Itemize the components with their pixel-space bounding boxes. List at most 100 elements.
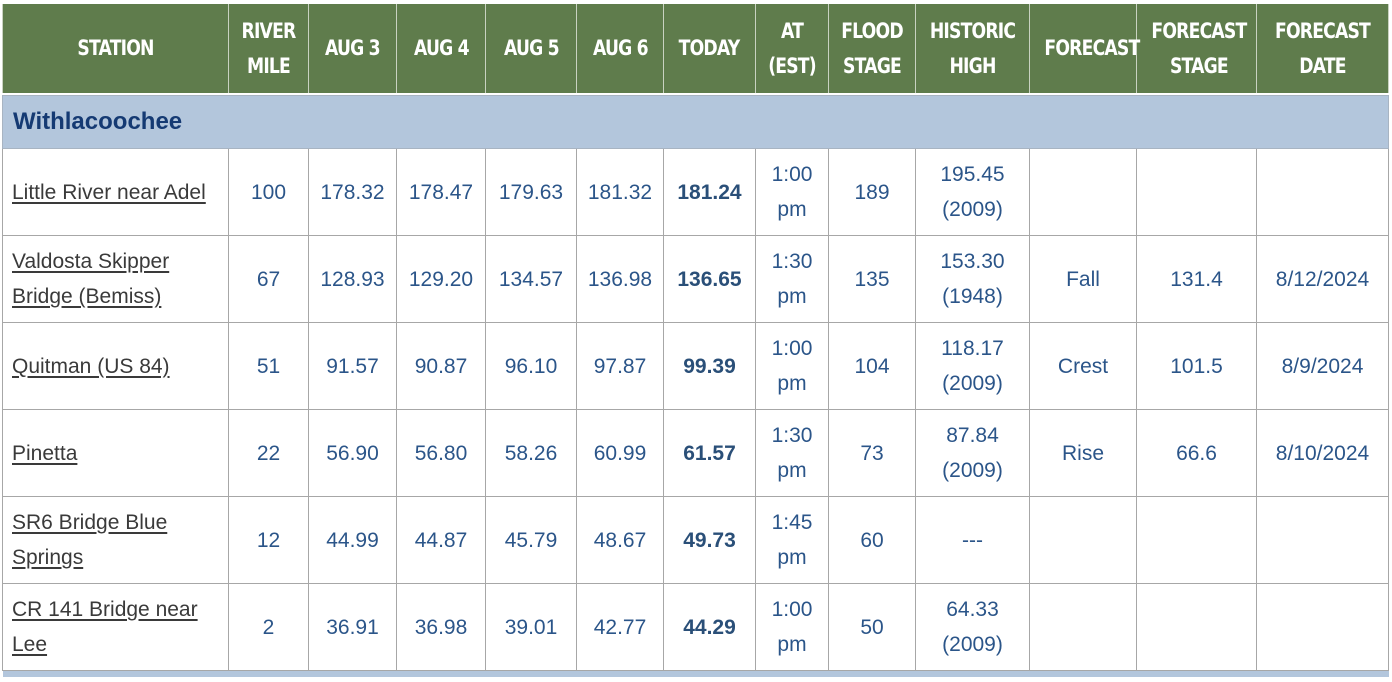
aug5-cell: 134.57 (485, 235, 577, 323)
today-cell: 99.39 (663, 322, 756, 410)
aug3-cell: 44.99 (308, 496, 397, 584)
forecast-date-cell: 8/10/2024 (1256, 409, 1389, 497)
station-cell: Valdosta Skipper Bridge (Bemiss) (2, 235, 229, 323)
aug5-cell: 179.63 (485, 148, 577, 236)
today-cell: 136.65 (663, 235, 756, 323)
river-stage-table: STATION RIVER MILE AUG 3 AUG 4 AUG 5 AUG… (2, 4, 1389, 677)
table-body: Withlacoochee Little River near Adel 100 1… (2, 93, 1389, 677)
forecast-stage-cell (1136, 583, 1257, 671)
today-cell: 49.73 (663, 496, 756, 584)
aug6-cell: 136.98 (576, 235, 664, 323)
river-mile-cell: 2 (228, 583, 309, 671)
aug6-cell: 181.32 (576, 148, 664, 236)
next-section-cell (2, 670, 1389, 677)
forecast-date-cell: 8/12/2024 (1256, 235, 1389, 323)
station-link[interactable]: Quitman (US 84) (12, 355, 170, 378)
aug4-cell: 178.47 (396, 148, 486, 236)
today-cell: 44.29 (663, 583, 756, 671)
historic-high-cell: 195.45 (2009) (915, 148, 1030, 236)
aug3-cell: 91.57 (308, 322, 397, 410)
col-header-river-mile: RIVER MILE (228, 4, 309, 93)
aug6-cell: 60.99 (576, 409, 664, 497)
section-row: Withlacoochee (2, 95, 1389, 149)
forecast-stage-cell (1136, 148, 1257, 236)
col-header-aug5: AUG 5 (485, 4, 577, 93)
flood-stage-cell: 104 (828, 322, 916, 410)
header-row: STATION RIVER MILE AUG 3 AUG 4 AUG 5 AUG… (2, 4, 1389, 93)
aug5-cell: 45.79 (485, 496, 577, 584)
col-header-today: TODAY (663, 4, 756, 93)
historic-high-cell: 153.30 (1948) (915, 235, 1030, 323)
aug3-cell: 178.32 (308, 148, 397, 236)
aug4-cell: 56.80 (396, 409, 486, 497)
today-cell: 61.57 (663, 409, 756, 497)
forecast-cell (1029, 583, 1137, 671)
flood-stage-cell: 73 (828, 409, 916, 497)
aug6-cell: 42.77 (576, 583, 664, 671)
table-row: SR6 Bridge Blue Springs 12 44.99 44.87 45.79… (2, 496, 1389, 584)
col-header-historic-high: HISTORIC HIGH (915, 4, 1030, 93)
at-est-cell: 1:00 pm (755, 322, 829, 410)
river-mile-cell: 12 (228, 496, 309, 584)
at-est-cell: 1:00 pm (755, 583, 829, 671)
station-link[interactable]: CR 141 Bridge near Lee (12, 598, 198, 656)
forecast-stage-cell (1136, 496, 1257, 584)
table-row: Pinetta 22 56.90 56.80 58.26 60.99 61.57 1:30 p… (2, 409, 1389, 497)
aug3-cell: 56.90 (308, 409, 397, 497)
today-cell: 181.24 (663, 148, 756, 236)
river-mile-cell: 22 (228, 409, 309, 497)
flood-stage-cell: 50 (828, 583, 916, 671)
aug4-cell: 90.87 (396, 322, 486, 410)
historic-high-cell: --- (915, 496, 1030, 584)
station-link[interactable]: Valdosta Skipper Bridge (Bemiss) (12, 250, 169, 308)
river-mile-cell: 67 (228, 235, 309, 323)
table-row: CR 141 Bridge near Lee 2 36.91 36.98 39.01 42… (2, 583, 1389, 671)
col-header-forecast-date: FORECAST DATE (1256, 4, 1389, 93)
aug3-cell: 128.93 (308, 235, 397, 323)
historic-high-cell: 118.17 (2009) (915, 322, 1030, 410)
station-link[interactable]: Pinetta (12, 442, 77, 465)
col-header-forecast: FORECAST (1029, 4, 1140, 93)
forecast-date-cell (1256, 496, 1389, 584)
station-link[interactable]: Little River near Adel (12, 181, 206, 204)
forecast-stage-cell: 66.6 (1136, 409, 1257, 497)
flood-stage-cell: 135 (828, 235, 916, 323)
flood-stage-cell: 189 (828, 148, 916, 236)
station-cell: Little River near Adel (2, 148, 229, 236)
forecast-cell: Fall (1029, 235, 1137, 323)
forecast-cell (1029, 148, 1137, 236)
historic-high-cell: 64.33 (2009) (915, 583, 1030, 671)
table-row: Little River near Adel 100 178.32 178.47 179… (2, 148, 1389, 236)
forecast-cell (1029, 496, 1137, 584)
station-cell: CR 141 Bridge near Lee (2, 583, 229, 671)
forecast-date-cell (1256, 148, 1389, 236)
station-link[interactable]: SR6 Bridge Blue Springs (12, 511, 167, 569)
forecast-cell: Crest (1029, 322, 1137, 410)
at-est-cell: 1:30 pm (755, 409, 829, 497)
aug4-cell: 36.98 (396, 583, 486, 671)
col-header-flood-stage: FLOOD STAGE (828, 4, 916, 93)
river-mile-cell: 51 (228, 322, 309, 410)
aug5-cell: 58.26 (485, 409, 577, 497)
forecast-stage-cell: 101.5 (1136, 322, 1257, 410)
col-header-at-est: AT (EST) (755, 4, 829, 93)
col-header-aug6: AUG 6 (576, 4, 664, 93)
aug5-cell: 96.10 (485, 322, 577, 410)
table-row: Quitman (US 84) 51 91.57 90.87 96.10 97.87 99.… (2, 322, 1389, 410)
at-est-cell: 1:30 pm (755, 235, 829, 323)
forecast-stage-cell: 131.4 (1136, 235, 1257, 323)
at-est-cell: 1:00 pm (755, 148, 829, 236)
at-est-cell: 1:45 pm (755, 496, 829, 584)
flood-stage-cell: 60 (828, 496, 916, 584)
river-mile-cell: 100 (228, 148, 309, 236)
table-row: Valdosta Skipper Bridge (Bemiss) 67 128.93… (2, 235, 1389, 323)
forecast-date-cell: 8/9/2024 (1256, 322, 1389, 410)
station-cell: Pinetta (2, 409, 229, 497)
forecast-date-cell (1256, 583, 1389, 671)
section-title: Withlacoochee (2, 95, 1389, 149)
aug6-cell: 48.67 (576, 496, 664, 584)
aug3-cell: 36.91 (308, 583, 397, 671)
col-header-station: STATION (2, 4, 229, 93)
aug5-cell: 39.01 (485, 583, 577, 671)
station-cell: Quitman (US 84) (2, 322, 229, 410)
